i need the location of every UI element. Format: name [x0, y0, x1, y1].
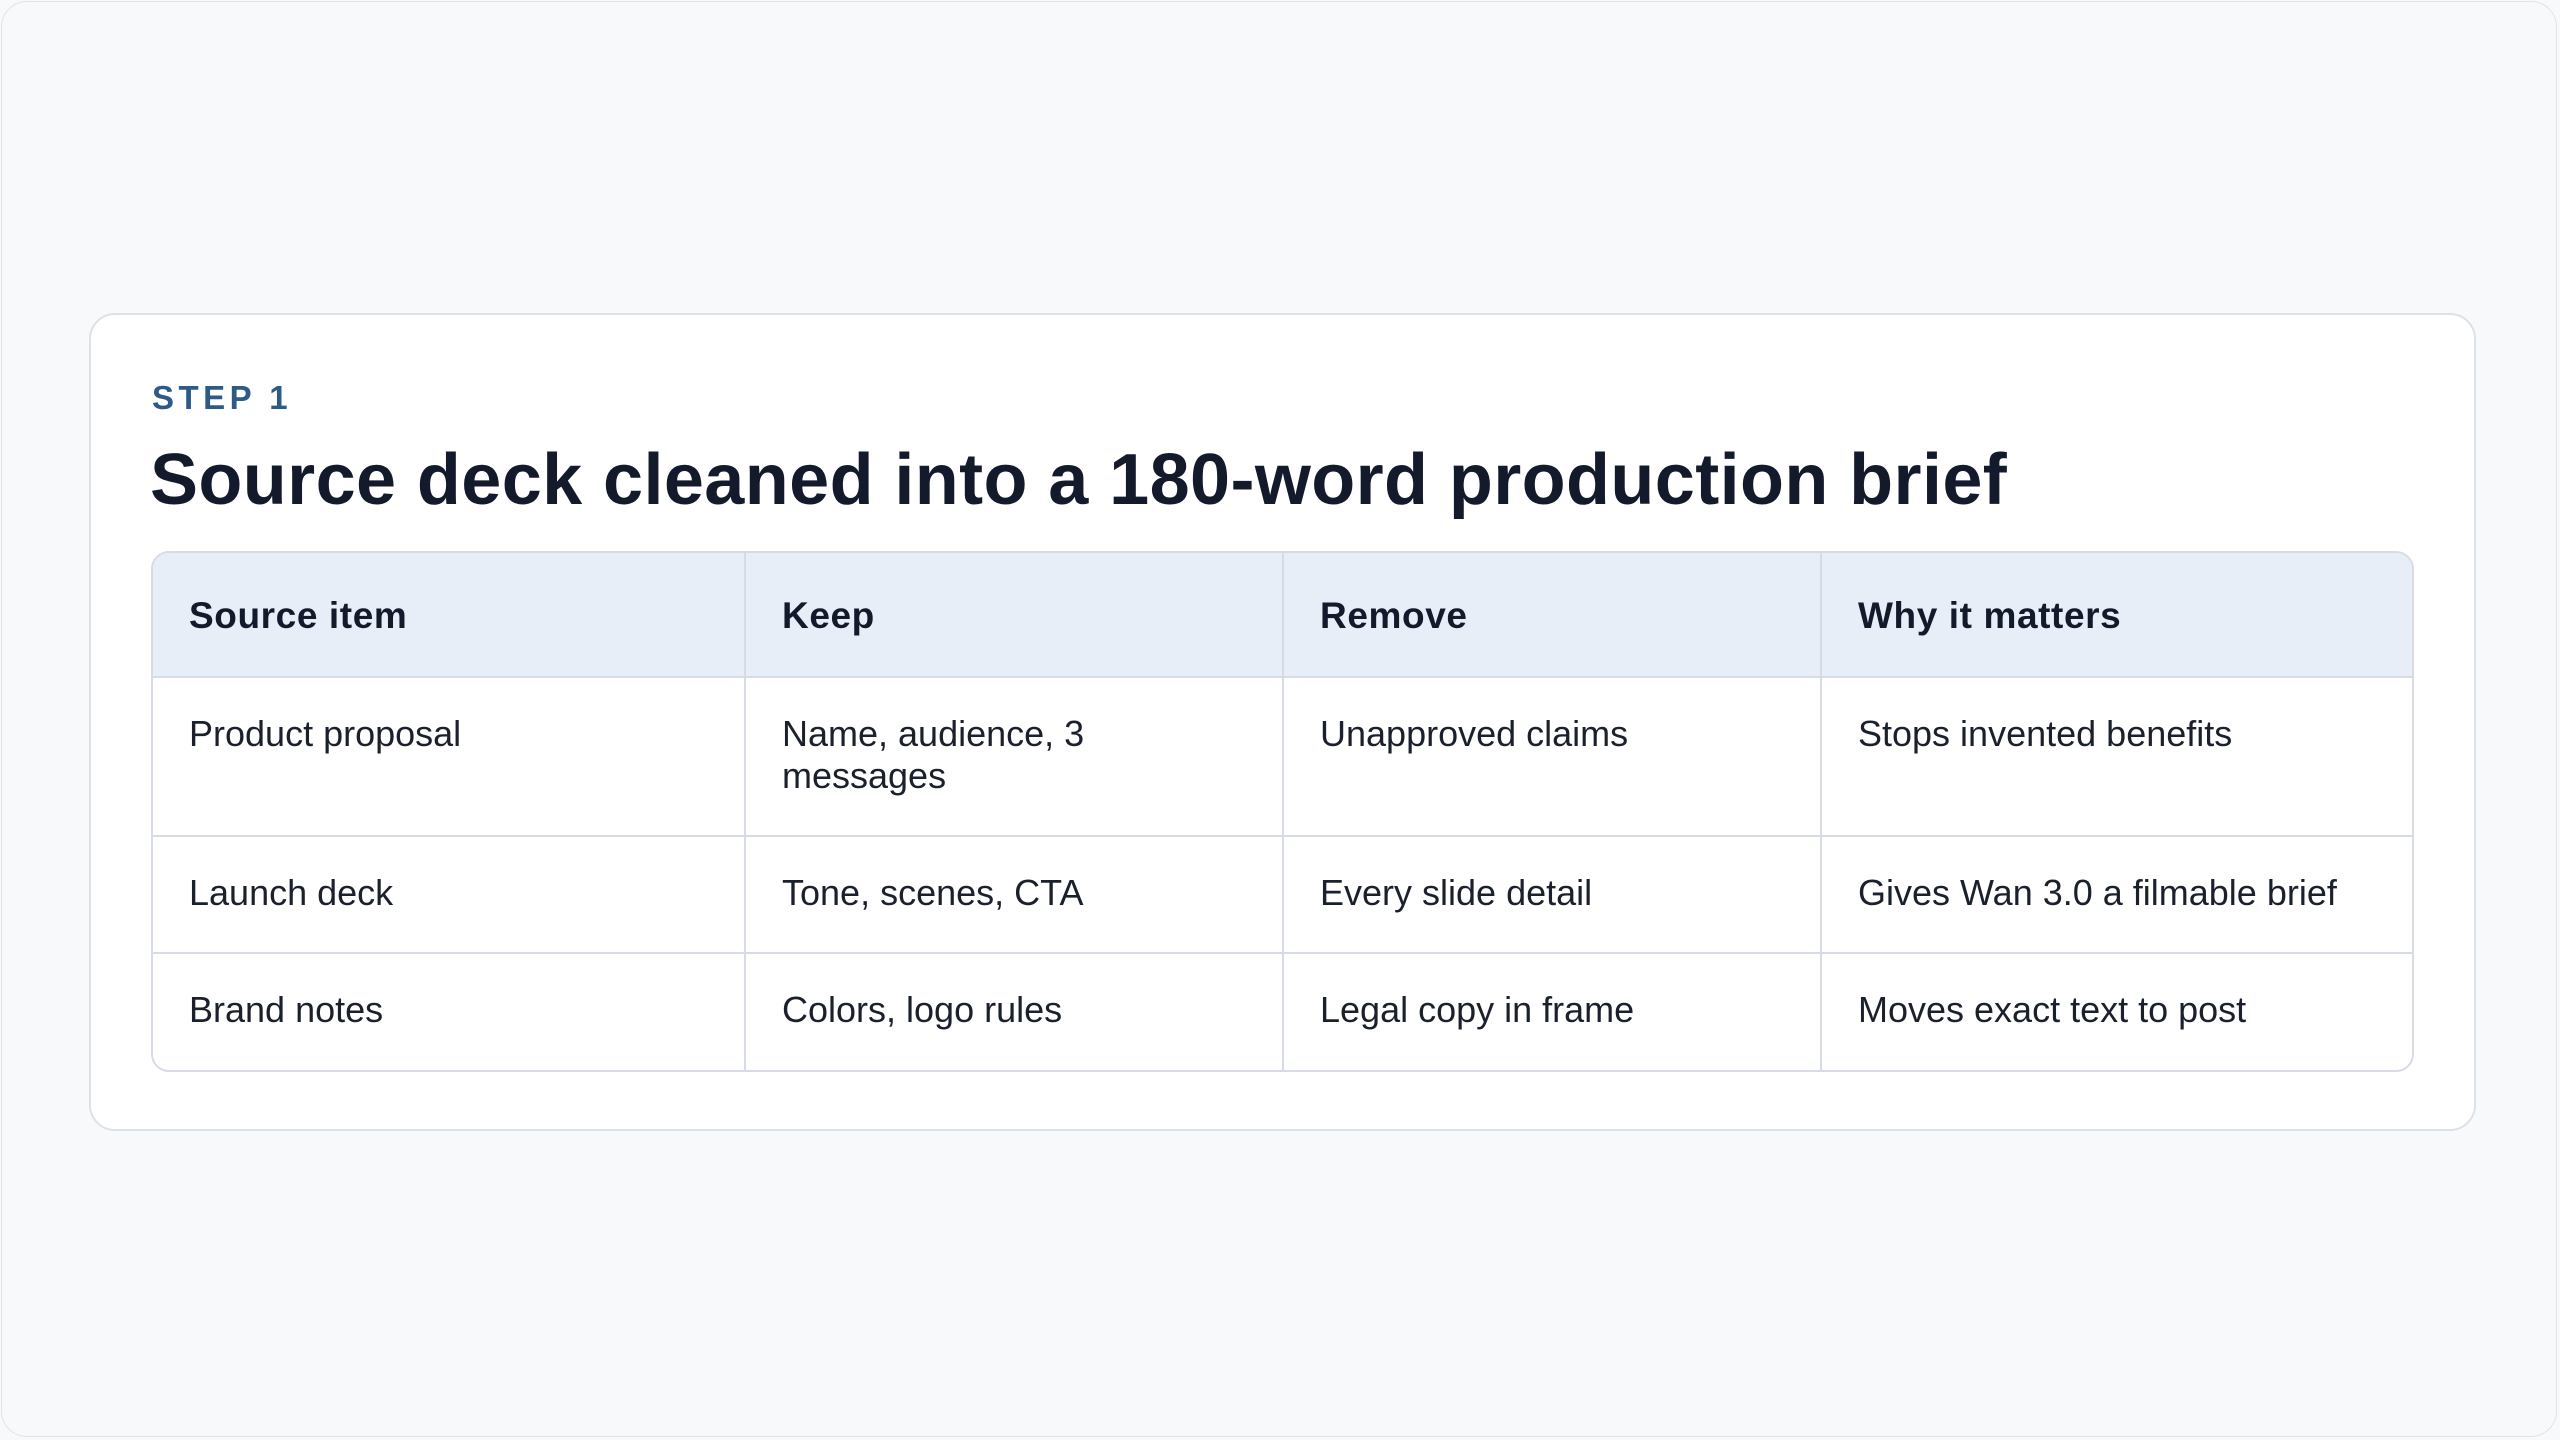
- cell-keep: Colors, logo rules: [744, 951, 1283, 1070]
- cell-source-item: Product proposal: [153, 676, 745, 836]
- table-row: Brand notes Colors, logo rules Legal cop…: [153, 951, 2412, 1070]
- column-header-keep: Keep: [744, 553, 1283, 678]
- table-row: Launch deck Tone, scenes, CTA Every slid…: [153, 834, 2412, 953]
- cell-source-item: Launch deck: [153, 834, 745, 953]
- cell-why-it-matters: Stops invented benefits: [1820, 676, 2412, 836]
- brief-table: Source item Keep Remove Why it matters P…: [153, 553, 2412, 1070]
- table-row: Product proposal Name, audience, 3 messa…: [153, 676, 2412, 836]
- cell-remove: Every slide detail: [1282, 834, 1821, 953]
- column-header-remove: Remove: [1282, 553, 1821, 678]
- table-header-row: Source item Keep Remove Why it matters: [153, 553, 2412, 678]
- brief-table-container: Source item Keep Remove Why it matters P…: [151, 551, 2414, 1072]
- content-card: STEP 1 Source deck cleaned into a 180-wo…: [89, 313, 2476, 1131]
- cell-why-it-matters: Moves exact text to post: [1820, 951, 2412, 1070]
- cell-source-item: Brand notes: [153, 951, 745, 1070]
- page-frame: STEP 1 Source deck cleaned into a 180-wo…: [1, 1, 2557, 1437]
- cell-keep: Tone, scenes, CTA: [744, 834, 1283, 953]
- page-title: Source deck cleaned into a 180-word prod…: [150, 440, 2008, 520]
- step-label: STEP 1: [152, 379, 293, 416]
- column-header-source-item: Source item: [153, 553, 745, 678]
- cell-keep: Name, audience, 3 messages: [744, 676, 1283, 836]
- cell-remove: Unapproved claims: [1282, 676, 1821, 836]
- cell-remove: Legal copy in frame: [1282, 951, 1821, 1070]
- column-header-why-it-matters: Why it matters: [1820, 553, 2412, 678]
- cell-why-it-matters: Gives Wan 3.0 a filmable brief: [1820, 834, 2412, 953]
